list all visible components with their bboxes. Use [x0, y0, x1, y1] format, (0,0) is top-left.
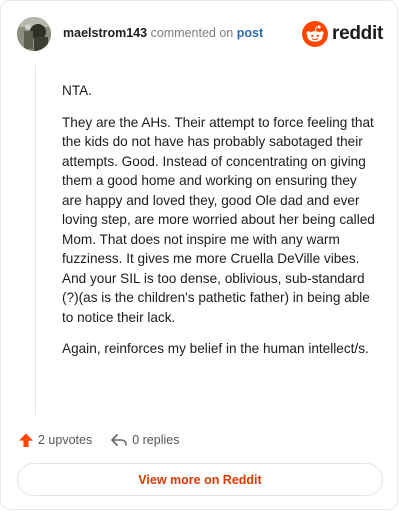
avatar-image	[17, 17, 51, 51]
thread-line	[35, 65, 36, 415]
comment-embed-card: maelstrom143 commented on post reddit NT…	[0, 0, 398, 510]
comment-paragraph: Again, reinforces my belief in the human…	[62, 341, 369, 356]
upvote-button[interactable]: 2 upvotes	[18, 432, 92, 448]
comment-paragraph: NTA.	[62, 83, 92, 98]
reddit-wordmark: reddit	[332, 23, 383, 44]
upvote-arrow-icon	[19, 433, 33, 447]
reddit-snoo-icon	[302, 21, 329, 47]
user-avatar[interactable]	[17, 17, 51, 51]
post-link[interactable]: post	[237, 26, 263, 40]
username-link[interactable]: maelstrom143	[63, 26, 147, 40]
view-more-on-reddit-button[interactable]: View more on Reddit	[17, 463, 383, 496]
replies-button[interactable]: 0 replies	[110, 432, 179, 448]
comment-meta: maelstrom143 commented on post	[63, 26, 263, 40]
reply-arrow-icon	[111, 434, 128, 446]
upvotes-count: 2 upvotes	[38, 433, 93, 447]
comment-actions: 2 upvotes 0 replies	[18, 430, 179, 450]
commented-on-text: commented on	[150, 26, 234, 40]
comment-body: NTA. They are the AHs. Their attempt to …	[62, 81, 380, 371]
comment-header: maelstrom143 commented on post reddit	[17, 17, 383, 53]
replies-count: 0 replies	[132, 433, 180, 447]
reddit-logo[interactable]: reddit	[302, 21, 383, 47]
comment-paragraph: They are the AHs. Their attempt to force…	[62, 114, 375, 325]
